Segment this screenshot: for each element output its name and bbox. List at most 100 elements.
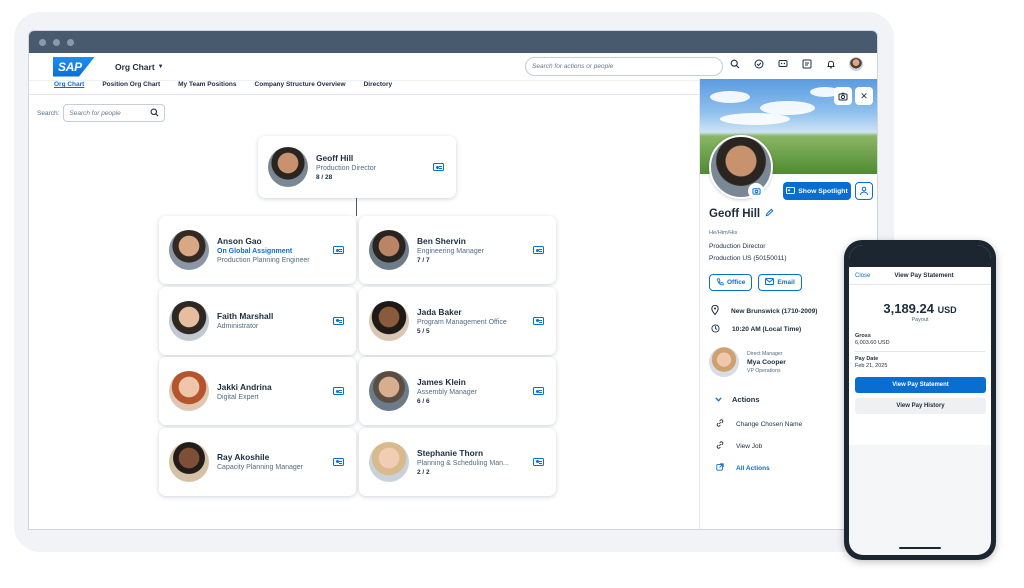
app-title-menu[interactable]: Org Chart ▼ xyxy=(115,62,164,72)
tab-directory[interactable]: Directory xyxy=(364,81,393,94)
team-count: 8 / 28 xyxy=(316,174,333,181)
email-button[interactable]: Email xyxy=(758,274,802,291)
report-card[interactable]: Anson Gao On Global Assignment Production … xyxy=(159,216,356,284)
local-time-text: 10:20 AM (Local Time) xyxy=(732,326,802,333)
profile-name: Geoff Hill xyxy=(709,208,761,220)
action-label: View Job xyxy=(736,442,763,450)
contact-card-icon[interactable] xyxy=(333,246,344,254)
report-card[interactable]: Ben Shervin Engineering Manager 7 / 7 xyxy=(359,216,556,284)
report-card[interactable]: Jada Baker Program Management Office 5 / 5 xyxy=(359,286,556,355)
notification-bell-icon[interactable] xyxy=(825,58,837,70)
global-search-input[interactable]: Search for actions or people xyxy=(525,57,723,76)
office-label: Office xyxy=(727,279,746,286)
search-icon[interactable] xyxy=(150,108,159,119)
report-card[interactable]: James Klein Assembly Manager 6 / 6 xyxy=(359,357,556,425)
person-photo xyxy=(268,147,308,187)
person-info: Stephanie Thorn Planning & Scheduling Man… xyxy=(417,448,509,476)
person-photo xyxy=(169,371,209,411)
person-photo xyxy=(169,441,209,482)
report-card[interactable]: Jakki Andrina Digital Expert xyxy=(159,357,356,425)
manager-name: Mya Cooper xyxy=(747,358,786,366)
view-pay-history-button[interactable]: View Pay History xyxy=(855,398,986,414)
contact-card-icon[interactable] xyxy=(533,387,544,395)
mobile-phone: Close View Pay Statement 3,189.24 USD Pa… xyxy=(844,240,996,560)
tab-my-team-positions[interactable]: My Team Positions xyxy=(178,81,236,94)
person-photo xyxy=(169,300,209,341)
show-spotlight-button[interactable]: Show Spotlight xyxy=(783,182,851,200)
contact-card-icon[interactable] xyxy=(333,457,344,466)
person-photo xyxy=(369,230,409,270)
user-avatar[interactable] xyxy=(849,57,863,71)
person-info: Jada Baker Program Management Office 5 / 5 xyxy=(417,307,507,335)
assignment-status: On Global Assignment xyxy=(217,248,293,255)
assistant-icon[interactable] xyxy=(777,58,789,70)
camera-icon[interactable] xyxy=(748,183,764,199)
gross-row: Gross 6,003.60 USD xyxy=(855,333,985,346)
app-title: Org Chart xyxy=(115,61,155,72)
contact-card-icon[interactable] xyxy=(333,387,344,395)
report-card[interactable]: Stephanie Thorn Planning & Scheduling Man… xyxy=(359,427,556,496)
banner-cloud xyxy=(710,91,750,103)
person-photo xyxy=(369,371,409,411)
edit-pencil-icon[interactable] xyxy=(765,208,774,220)
window-dot-maximize[interactable] xyxy=(67,38,74,46)
link-icon xyxy=(716,419,724,429)
org-connector-line xyxy=(356,198,358,216)
browser-window: SAP Org Chart ▼ Search for actions or pe… xyxy=(28,30,878,530)
payout-currency: USD xyxy=(937,305,957,315)
contact-buttons: Office Email xyxy=(709,274,802,291)
phone-title: View Pay Statement xyxy=(894,272,954,279)
person-name: Stephanie Thorn xyxy=(417,447,484,458)
profile-name-row: Geoff Hill xyxy=(709,208,774,220)
action-change-chosen-name[interactable]: Change Chosen Name xyxy=(716,419,802,429)
pay-date-row: Pay Date Feb 21, 2025 xyxy=(855,356,985,369)
shell-bar: SAP Org Chart ▼ Search for actions or pe… xyxy=(29,53,877,81)
manager-photo xyxy=(709,347,739,377)
contact-card-icon[interactable] xyxy=(433,163,444,171)
home-indicator xyxy=(899,546,941,549)
divider xyxy=(855,351,985,352)
office-button[interactable]: Office xyxy=(709,274,753,291)
tab-position-org-chart[interactable]: Position Org Chart xyxy=(102,81,160,94)
phone-close-button[interactable]: Close xyxy=(855,273,870,279)
person-name: Ray Akoshile xyxy=(217,452,270,462)
chevron-down-icon xyxy=(715,395,722,404)
report-card[interactable]: Faith Marshall Administrator xyxy=(159,286,356,355)
actions-header[interactable]: Actions xyxy=(715,395,760,404)
contact-card-icon[interactable] xyxy=(533,316,544,325)
contact-card-icon[interactable] xyxy=(533,246,544,254)
close-icon[interactable]: ✕ xyxy=(855,87,873,105)
person-title: Production Director xyxy=(316,165,376,172)
root-person-card[interactable]: Geoff Hill Production Director 8 / 28 xyxy=(258,136,456,198)
action-view-job[interactable]: View Job xyxy=(716,441,762,451)
task-check-icon[interactable] xyxy=(753,58,765,70)
tab-company-structure-overview[interactable]: Company Structure Overview xyxy=(255,81,346,94)
phone-icon xyxy=(716,277,724,288)
external-link-icon xyxy=(716,463,724,473)
person-info: James Klein Assembly Manager 6 / 6 xyxy=(417,377,477,405)
report-card[interactable]: Ray Akoshile Capacity Planning Manager xyxy=(159,427,356,496)
direct-manager[interactable]: Direct Manager Mya Cooper VP Operations xyxy=(709,347,786,377)
sap-logo[interactable]: SAP xyxy=(53,56,95,77)
person-name: Jakki Andrina xyxy=(217,381,272,392)
window-dot-minimize[interactable] xyxy=(53,38,60,46)
location-text: New Brunswick (1710-2009) xyxy=(731,307,818,315)
clock-icon xyxy=(711,324,720,335)
tab-org-chart[interactable]: Org Chart xyxy=(54,81,84,94)
gross-label: Gross xyxy=(855,333,871,339)
people-search-input[interactable]: Search for people xyxy=(63,104,166,122)
camera-button[interactable] xyxy=(834,87,852,105)
view-pay-statement-button[interactable]: View Pay Statement xyxy=(855,377,986,393)
team-count: 2 / 2 xyxy=(417,468,430,476)
contact-card-icon[interactable] xyxy=(333,316,344,325)
search-icon[interactable] xyxy=(729,58,741,70)
product-switch-icon[interactable] xyxy=(801,58,813,70)
location-row: New Brunswick (1710-2009) xyxy=(711,304,818,317)
search-label: Search: xyxy=(37,109,60,117)
org-chart-view-button[interactable] xyxy=(855,182,873,200)
action-all-actions[interactable]: All Actions xyxy=(716,463,770,473)
person-title: Program Management Office xyxy=(417,318,507,326)
contact-card-icon[interactable] xyxy=(533,457,544,466)
window-dot-close[interactable] xyxy=(39,38,46,46)
person-name: Ben Shervin xyxy=(417,236,466,246)
